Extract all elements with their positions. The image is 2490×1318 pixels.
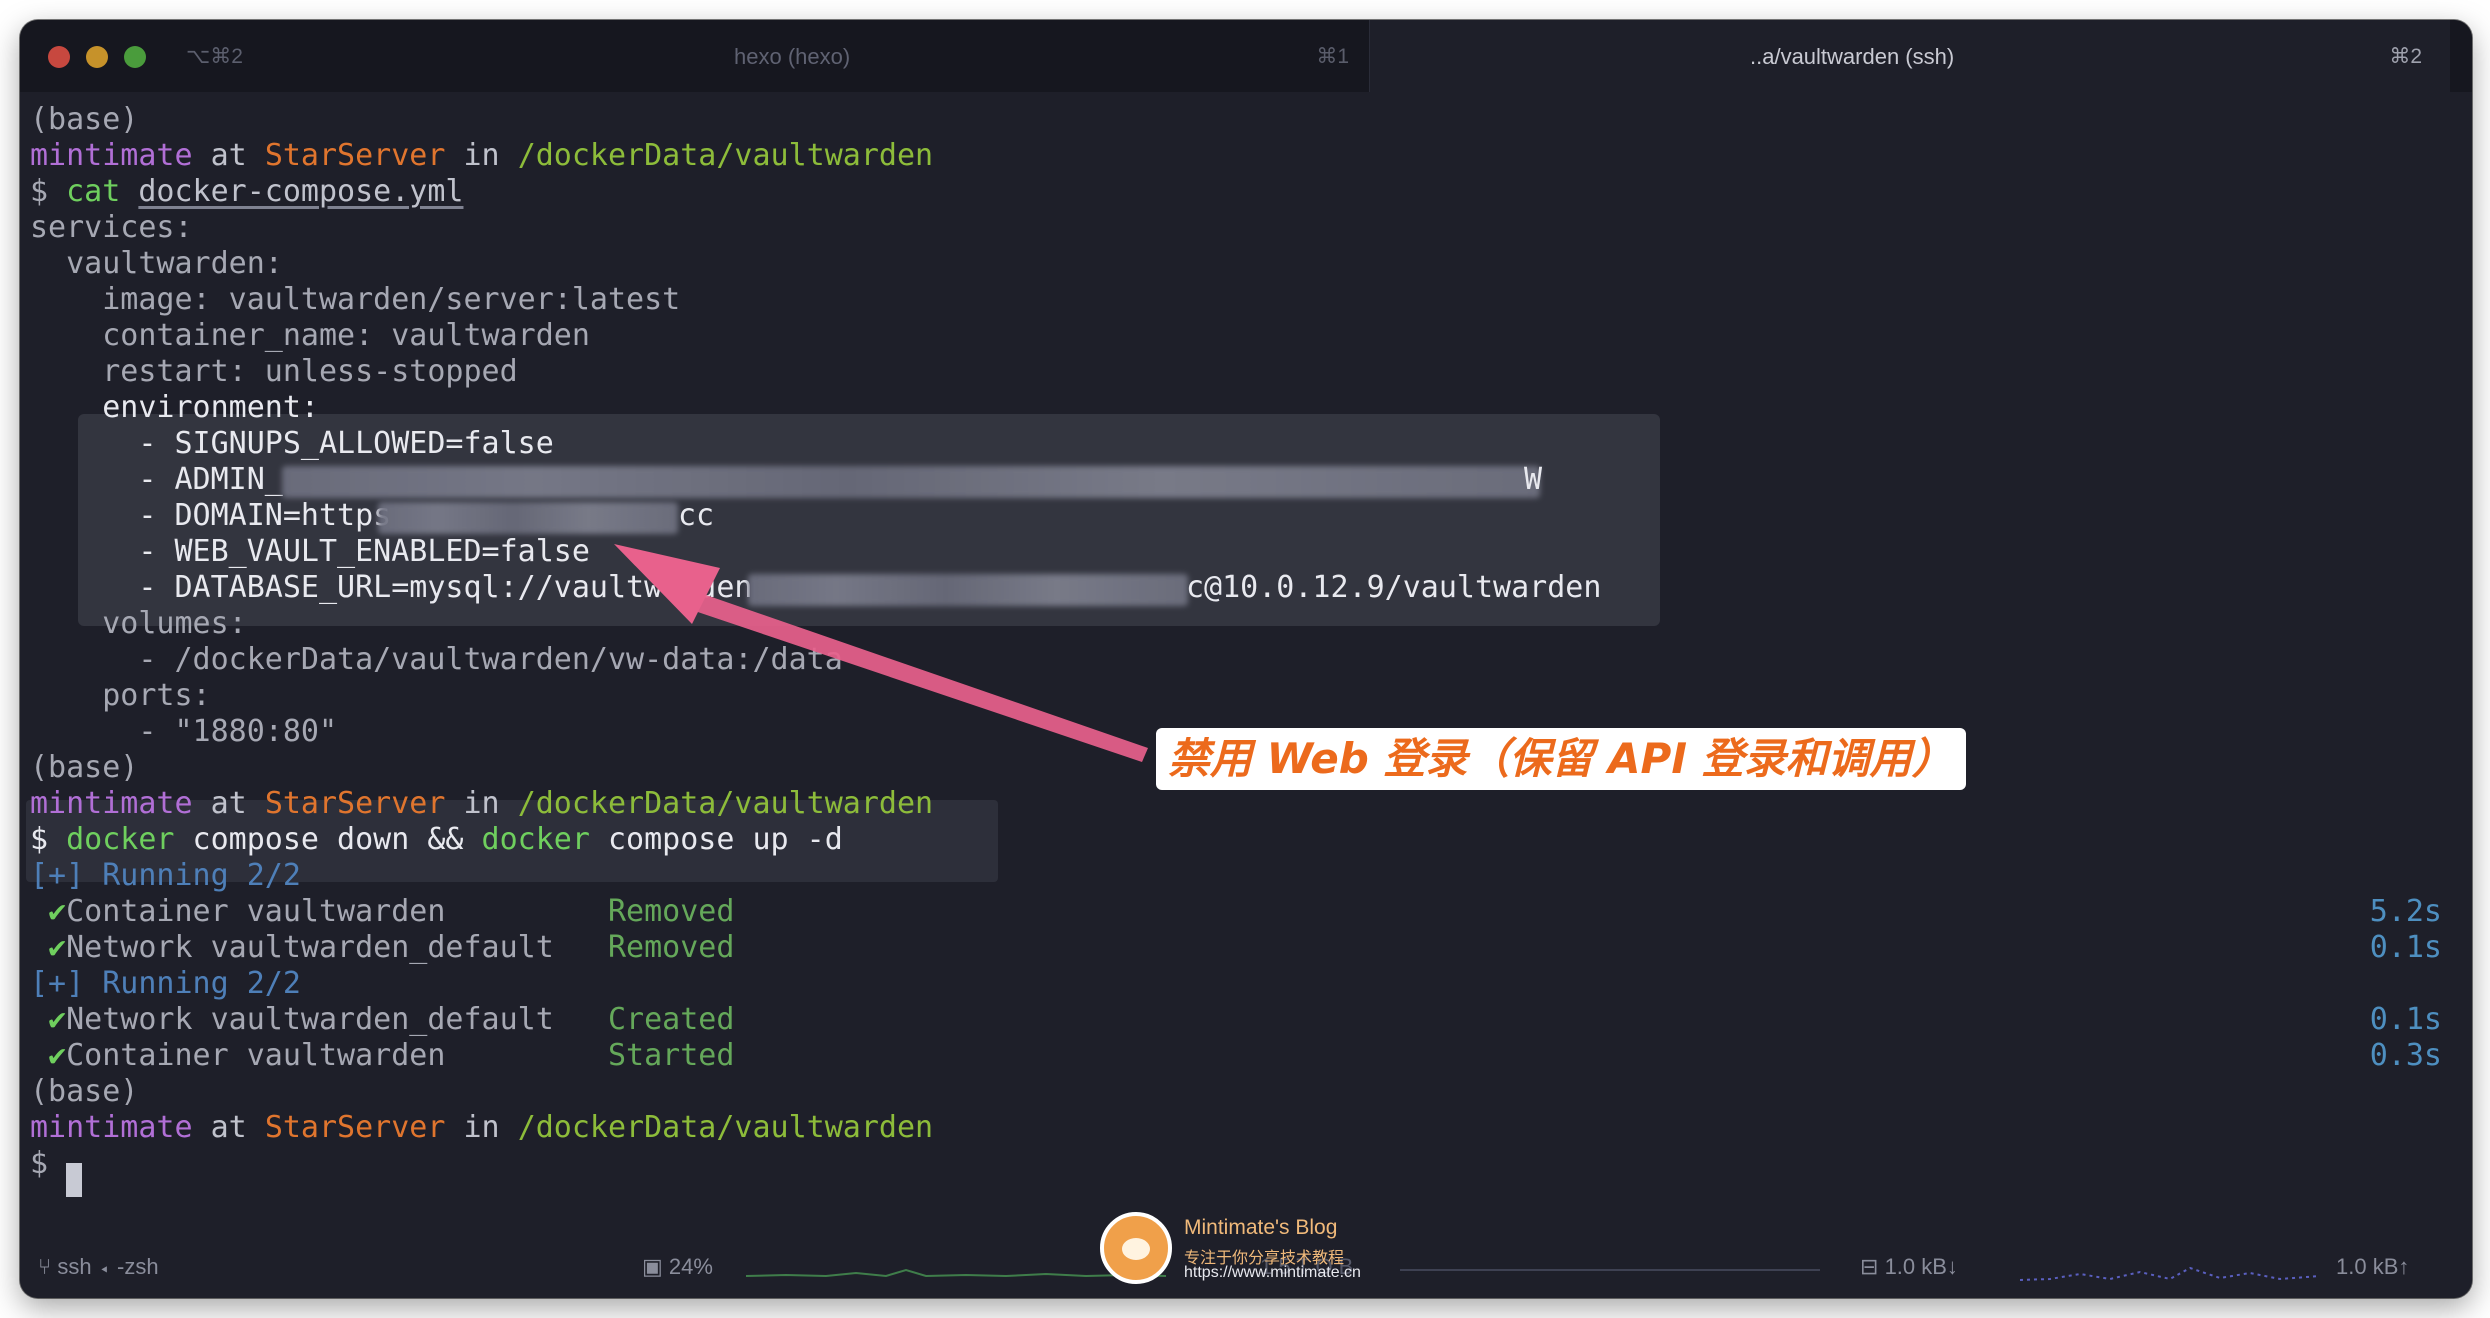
network-up: 1.0 kB↑ (2336, 1254, 2410, 1279)
yaml-line: vaultwarden: (30, 246, 283, 281)
close-window-button[interactable] (48, 46, 70, 68)
cpu-icon: ▣ (642, 1254, 663, 1279)
tab-shortcut: ⌘2 (2389, 45, 2422, 68)
current-prompt-line: $ (30, 1146, 49, 1181)
network-down-value: 1.0 kB↓ (1884, 1254, 1958, 1279)
redacted-domain (378, 502, 678, 534)
output-duration: 0.3s (2369, 1038, 2442, 1073)
output-row: ✔Network vaultwarden_default Removed (48, 930, 735, 965)
output-duration: 0.1s (2369, 1002, 2442, 1037)
conda-env-line: (base) (30, 750, 139, 785)
yaml-line: environment: (30, 390, 319, 425)
branch-icon: ⑂ (38, 1254, 52, 1279)
redacted-tail: c@10.0.12.9/vaultwarden (1186, 570, 1602, 605)
output-duration: 0.1s (2369, 930, 2442, 965)
tab-hexo[interactable]: hexo (hexo) ⌘1 (610, 20, 1370, 92)
terminal-output[interactable]: (base) mintimate at StarServer in /docke… (20, 92, 2472, 1232)
text-cursor (66, 1163, 82, 1197)
yaml-line: - "1880:80" (30, 714, 338, 749)
watermark-title: Mintimate's Blog (1184, 1216, 1338, 1239)
session-indicator[interactable]: ⑂ ssh ◂ -zsh (38, 1254, 159, 1280)
maximize-window-button[interactable] (124, 46, 146, 68)
prompt-line: mintimate at StarServer in /dockerData/v… (30, 786, 934, 821)
redacted-tail: W (1524, 462, 1543, 497)
yaml-line: services: (30, 210, 193, 245)
memory-sparkline (1400, 1269, 1820, 1271)
new-tab-shortcut: ⌥⌘2 (186, 45, 243, 68)
prompt-line: mintimate at StarServer in /dockerData/v… (30, 138, 934, 173)
yaml-line: - DATABASE_URL=mysql://vaultwarden (30, 570, 753, 605)
tab-title: hexo (hexo) (734, 44, 851, 69)
yaml-line: container_name: vaultwarden (30, 318, 590, 353)
annotation-callout: 禁用 Web 登录（保留 API 登录和调用） (1156, 728, 1966, 790)
output-row: ✔Network vaultwarden_default Created (48, 1002, 735, 1037)
tab-vaultwarden-ssh[interactable]: ..a/vaultwarden (ssh) ⌘2 (1370, 20, 2450, 92)
cpu-indicator: ▣ 24% (642, 1254, 713, 1280)
yaml-line: restart: unless-stopped (30, 354, 518, 389)
yaml-line: - /dockerData/vaultwarden/vw-data:/data (30, 642, 843, 677)
yaml-line: - WEB_VAULT_ENABLED=false (30, 534, 590, 569)
tab-bar: ⌥⌘2 hexo (hexo) ⌘1 ..a/vaultwarden (ssh)… (20, 20, 2472, 92)
output-duration: 5.2s (2369, 894, 2442, 929)
network-sparkline (2020, 1266, 2320, 1281)
minimize-window-button[interactable] (86, 46, 108, 68)
yaml-line: image: vaultwarden/server:latest (30, 282, 681, 317)
prompt-line: mintimate at StarServer in /dockerData/v… (30, 1110, 934, 1145)
output-row: ✔Container vaultwarden Removed (48, 894, 735, 929)
yaml-line: - ADMIN_ (30, 462, 283, 497)
running-header: [+] Running 2/2 (30, 858, 301, 893)
command-line-docker: $ docker compose down && docker compose … (30, 822, 843, 857)
yaml-line: - SIGNUPS_ALLOWED=false (30, 426, 554, 461)
terminal-window: ⌥⌘2 hexo (hexo) ⌘1 ..a/vaultwarden (ssh)… (20, 20, 2472, 1298)
network-icon: ⊟ (1860, 1254, 1879, 1279)
yaml-line: - DOMAIN=https (30, 498, 392, 533)
output-row: ✔Container vaultwarden Started (48, 1038, 735, 1073)
tab-shortcut: ⌘1 (1316, 45, 1349, 68)
redacted-tail: cc (678, 498, 715, 533)
yaml-line: ports: (30, 678, 211, 713)
command-line-cat: $ cat docker-compose.yml (30, 174, 464, 209)
running-header: [+] Running 2/2 (30, 966, 301, 1001)
network-down: ⊟ 1.0 kB↓ (1860, 1254, 1958, 1280)
yaml-line: volumes: (30, 606, 247, 641)
blog-logo (1100, 1212, 1172, 1284)
redacted-database-url (748, 574, 1188, 606)
conda-env-line: (base) (30, 102, 139, 137)
session-label: ssh ◂ -zsh (57, 1254, 159, 1279)
cpu-value: 24% (668, 1254, 713, 1279)
tab-title: ..a/vaultwarden (ssh) (1750, 44, 1955, 69)
redacted-admin-token (282, 466, 1540, 498)
watermark-url: https://www.mintimate.cn (1184, 1264, 1361, 1281)
conda-env-line: (base) (30, 1074, 139, 1109)
